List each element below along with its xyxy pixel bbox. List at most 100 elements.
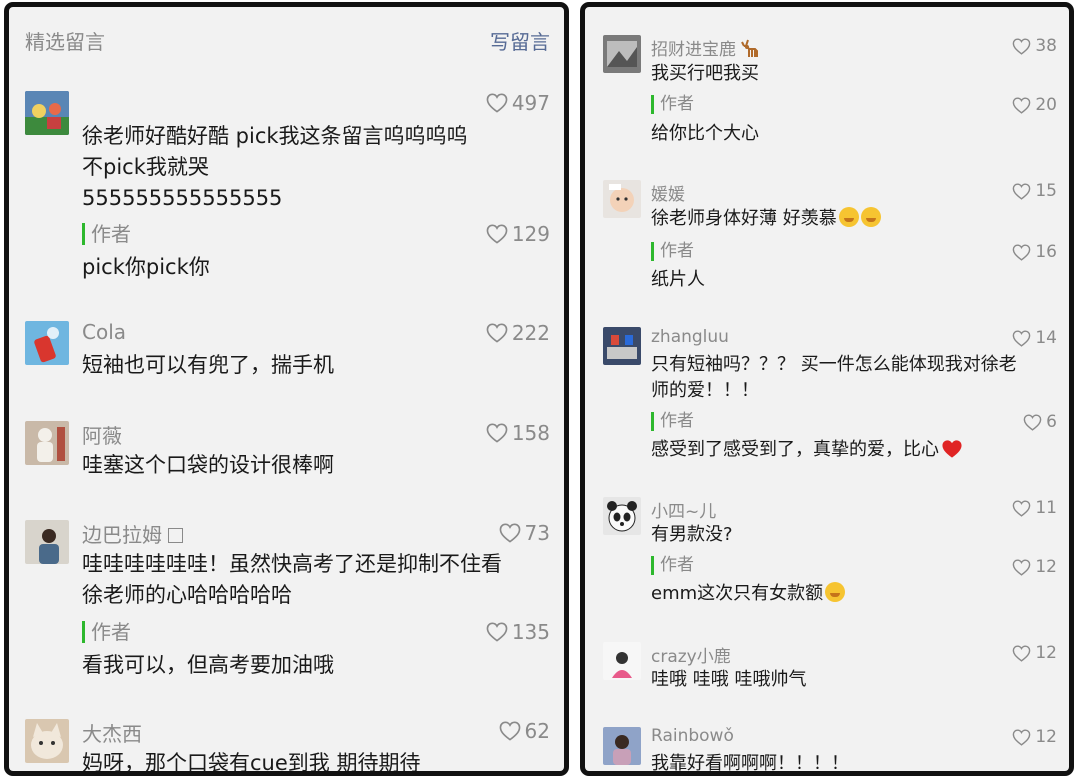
like-button[interactable]: 12 [1012,727,1057,747]
heart-icon [1012,729,1031,746]
comment-username[interactable]: Cola [82,320,126,344]
like-count: 129 [511,222,550,246]
heart-icon [1012,97,1031,114]
cat-avatar[interactable] [25,719,69,763]
like-count: 15 [1035,181,1057,201]
heart-icon [1012,500,1031,517]
heart-icon [486,622,508,642]
author-reply-label: 作者 [651,556,694,575]
like-button[interactable]: 38 [1012,36,1057,56]
like-button[interactable]: 73 [499,521,550,545]
heart-icon [499,721,521,741]
like-button[interactable]: 158 [486,421,550,445]
like-button[interactable]: 11 [1012,498,1057,518]
panda-avatar[interactable] [603,497,641,535]
like-count: 6 [1046,412,1057,432]
portrait-avatar[interactable] [603,727,641,765]
like-button[interactable]: 12 [1012,557,1057,577]
cartoon-avatar[interactable] [25,91,69,135]
scene-avatar[interactable] [603,327,641,365]
comment-username[interactable]: 招财进宝鹿 [651,35,760,60]
like-count: 20 [1035,95,1057,115]
comment-username[interactable]: 媛媛 [651,180,685,205]
like-button[interactable]: 62 [499,719,550,743]
reply-text: 感受到了感受到了，真挚的爱，比心 [651,439,939,460]
heart-icon [1012,244,1031,261]
blush-emoji-icon [860,207,881,227]
like-button[interactable]: 497 [486,91,550,115]
author-reply-label: 作者 [82,223,131,245]
girl-avatar[interactable] [603,642,641,680]
comment-text-line: 哇塞这个口袋的设计很棒啊 [82,453,334,477]
comment-text-line: 师的爱！！！ [651,380,759,401]
heart-icon [499,523,521,543]
drink-avatar[interactable] [25,321,69,365]
author-reply-label: 作者 [651,242,694,261]
like-count: 11 [1035,498,1057,518]
baby-avatar[interactable] [603,180,641,218]
comment-text-line: 徐老师身体好薄 好羡慕 [651,205,881,232]
like-count: 12 [1035,643,1057,663]
heart-icon [1023,414,1042,431]
comment-text-line: 不pick我就哭 [82,155,209,179]
comment-text-line: 我靠好看啊啊啊！！！！ [651,753,849,774]
like-count: 222 [511,321,550,345]
reply-text: emm这次只有女款额 [651,583,824,604]
comment-text-line: 哇哇哇哇哇哇！虽然快高考了还是抑制不住看 [82,552,502,576]
like-button[interactable]: 6 [1023,412,1057,432]
like-count: 38 [1035,36,1057,56]
like-button[interactable]: 12 [1012,643,1057,663]
heart-icon [486,323,508,343]
like-count: 12 [1035,557,1057,577]
like-button[interactable]: 20 [1012,95,1057,115]
author-reply-text: 给你比个大心 [651,123,759,144]
comment-text-line: 有男款没? [651,524,733,545]
like-count: 497 [511,91,550,115]
comment-username[interactable]: zhangluu [651,327,729,347]
like-button[interactable]: 222 [486,321,550,345]
author-reply-label: 作者 [651,412,694,431]
username-text: 招财进宝鹿 [651,40,736,60]
deer-icon [741,39,758,57]
heart-icon [486,224,508,244]
comment-username[interactable]: crazy小鹿 [651,642,731,667]
comment-text-line: 徐老师好酷好酷 pick我这条留言呜呜呜呜 [82,124,468,148]
heart-icon [1012,559,1031,576]
like-button[interactable]: 16 [1012,242,1057,262]
blush-emoji-icon [838,207,859,227]
figure-avatar[interactable] [25,421,69,465]
heart-icon [1012,183,1031,200]
photo-avatar[interactable] [603,35,641,73]
like-button[interactable]: 129 [486,222,550,246]
like-count: 62 [524,719,550,743]
comments-panel-right: 招财进宝鹿 38 我买行吧我买 作者 20 给你比个大心 媛媛 15 徐老师身体… [580,2,1074,776]
like-button[interactable]: 14 [1012,328,1057,348]
comment-text-line: 哇哦 哇哦 哇哦帅气 [651,669,807,690]
like-button[interactable]: 15 [1012,181,1057,201]
author-reply-text: pick你pick你 [82,255,210,279]
comment-text-line: 徐老师的心哈哈哈哈哈 [82,583,292,607]
comment-text: 徐老师身体好薄 好羡慕 [651,208,837,229]
author-reply-text: 纸片人 [651,269,705,290]
heart-icon [486,93,508,113]
author-reply-text: 看我可以，但高考要加油哦 [82,653,334,677]
heart-icon [1012,38,1031,55]
comment-username[interactable]: 边巴拉姆 [82,519,183,548]
heart-icon [486,423,508,443]
comment-text-line: 我买行吧我买 [651,63,759,84]
comment-username[interactable]: 大杰西 [82,718,142,747]
heart-icon [1012,330,1031,347]
section-title: 精选留言 [25,30,105,54]
comments-panel-left: 精选留言 写留言 497 徐老师好酷好酷 pick我这条留言呜呜呜呜 不pick… [4,2,569,776]
person-avatar[interactable] [25,520,69,564]
sad-emoji-icon [825,582,846,602]
like-count: 12 [1035,727,1057,747]
comment-username[interactable]: Rainbowǒ [651,726,734,746]
write-comment-button[interactable]: 写留言 [490,26,550,55]
comment-username[interactable]: 小四~儿 [651,497,716,522]
heart-icon [1012,645,1031,662]
like-count: 14 [1035,328,1057,348]
like-button[interactable]: 135 [486,620,550,644]
comment-username[interactable]: 阿薇 [82,420,122,449]
author-reply-text: 感受到了感受到了，真挚的爱，比心 [651,436,963,463]
